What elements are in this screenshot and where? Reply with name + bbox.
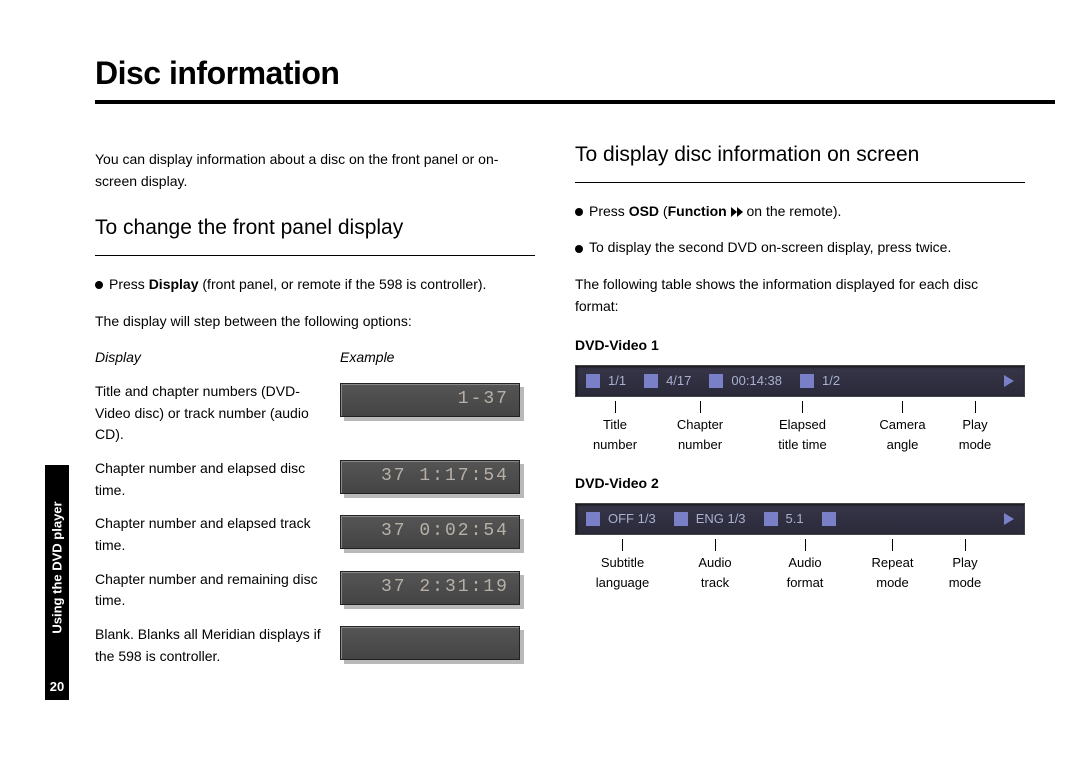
th-display: Display xyxy=(95,347,340,369)
osd-subtitle: OFF 1/3 xyxy=(586,509,656,529)
bullet-icon xyxy=(575,245,583,253)
led-display: 1-37 xyxy=(340,383,520,417)
left-bullet-1: Press Display (front panel, or remote if… xyxy=(95,274,535,296)
dvd-video-2-label: DVD-Video 2 xyxy=(575,473,1025,495)
camera-icon xyxy=(800,374,814,388)
label-cell: Repeatmode xyxy=(850,539,935,593)
table-row: Chapter number and elapsed disc time. 37… xyxy=(95,458,535,501)
osd-elapsed: 00:14:38 xyxy=(709,371,782,391)
led-display: 37 2:31:19 xyxy=(340,571,520,605)
right-bullet-2: To display the second DVD on-screen disp… xyxy=(575,237,1025,259)
sidebar-section-tab: Using the DVD player 20 xyxy=(45,465,69,700)
display-table-header: Display Example xyxy=(95,347,535,369)
label-cell: Audiotrack xyxy=(670,539,760,593)
audio-icon xyxy=(674,512,688,526)
led-display-blank xyxy=(340,626,520,660)
fast-forward-icon xyxy=(731,207,743,217)
right-bullet-1: Press OSD (Function on the remote). xyxy=(575,201,1025,223)
left-column: You can display information about a disc… xyxy=(95,139,535,668)
heading-rule xyxy=(575,182,1025,183)
th-example: Example xyxy=(340,347,394,369)
play-icon xyxy=(1004,513,1014,525)
play-icon xyxy=(1004,375,1014,387)
osd-format: 5.1 xyxy=(764,509,804,529)
title-icon xyxy=(586,374,600,388)
label-cell: Titlenumber xyxy=(575,401,655,455)
bullet-icon xyxy=(575,208,583,216)
led-display: 37 0:02:54 xyxy=(340,515,520,549)
osd-repeat xyxy=(822,512,840,526)
led-display: 37 1:17:54 xyxy=(340,460,520,494)
page-title: Disc information xyxy=(95,55,1025,92)
heading-rule xyxy=(95,255,535,256)
dvd-video-1-label: DVD-Video 1 xyxy=(575,335,1025,357)
osd-bar-dvd1: 1/1 4/17 00:14:38 1/2 xyxy=(575,365,1025,397)
osd-angle: 1/2 xyxy=(800,371,840,391)
dolby-icon xyxy=(764,512,778,526)
table-intro: The following table shows the informatio… xyxy=(575,274,1025,317)
osd-bar-dvd2: OFF 1/3 ENG 1/3 5.1 xyxy=(575,503,1025,535)
dvd1-label-row: Titlenumber Chapternumber Elapsedtitle t… xyxy=(575,401,1025,455)
dvd2-label-row: Subtitlelanguage Audiotrack Audioformat … xyxy=(575,539,1025,593)
label-cell: Elapsedtitle time xyxy=(745,401,860,455)
table-row: Title and chapter numbers (DVD-Video dis… xyxy=(95,381,535,446)
title-rule xyxy=(95,100,1055,104)
sidebar-section-title: Using the DVD player xyxy=(50,468,65,668)
label-cell: Playmode xyxy=(945,401,1005,455)
label-cell: Chapternumber xyxy=(655,401,745,455)
osd-title: 1/1 xyxy=(586,371,626,391)
osd-audio: ENG 1/3 xyxy=(674,509,746,529)
label-cell: Playmode xyxy=(935,539,995,593)
page-number: 20 xyxy=(45,679,69,694)
row-desc: Chapter number and elapsed track time. xyxy=(95,513,340,556)
table-row: Chapter number and elapsed track time. 3… xyxy=(95,513,535,556)
row-desc: Chapter number and remaining disc time. xyxy=(95,569,340,612)
bullet-icon xyxy=(95,281,103,289)
intro-text: You can display information about a disc… xyxy=(95,149,535,192)
label-cell: Subtitlelanguage xyxy=(575,539,670,593)
right-column: To display disc information on screen Pr… xyxy=(575,139,1025,668)
label-cell: Cameraangle xyxy=(860,401,945,455)
table-row: Blank. Blanks all Meridian displays if t… xyxy=(95,624,535,667)
clock-icon xyxy=(709,374,723,388)
osd-chapter: 4/17 xyxy=(644,371,691,391)
row-desc: Title and chapter numbers (DVD-Video dis… xyxy=(95,381,340,446)
left-heading: To change the front panel display xyxy=(95,212,535,245)
right-heading: To display disc information on screen xyxy=(575,139,1025,172)
subtitle-icon xyxy=(586,512,600,526)
label-cell: Audioformat xyxy=(760,539,850,593)
left-line-2: The display will step between the follow… xyxy=(95,311,535,333)
repeat-icon xyxy=(822,512,836,526)
row-desc: Blank. Blanks all Meridian displays if t… xyxy=(95,624,340,667)
row-desc: Chapter number and elapsed disc time. xyxy=(95,458,340,501)
chapter-icon xyxy=(644,374,658,388)
table-row: Chapter number and remaining disc time. … xyxy=(95,569,535,612)
